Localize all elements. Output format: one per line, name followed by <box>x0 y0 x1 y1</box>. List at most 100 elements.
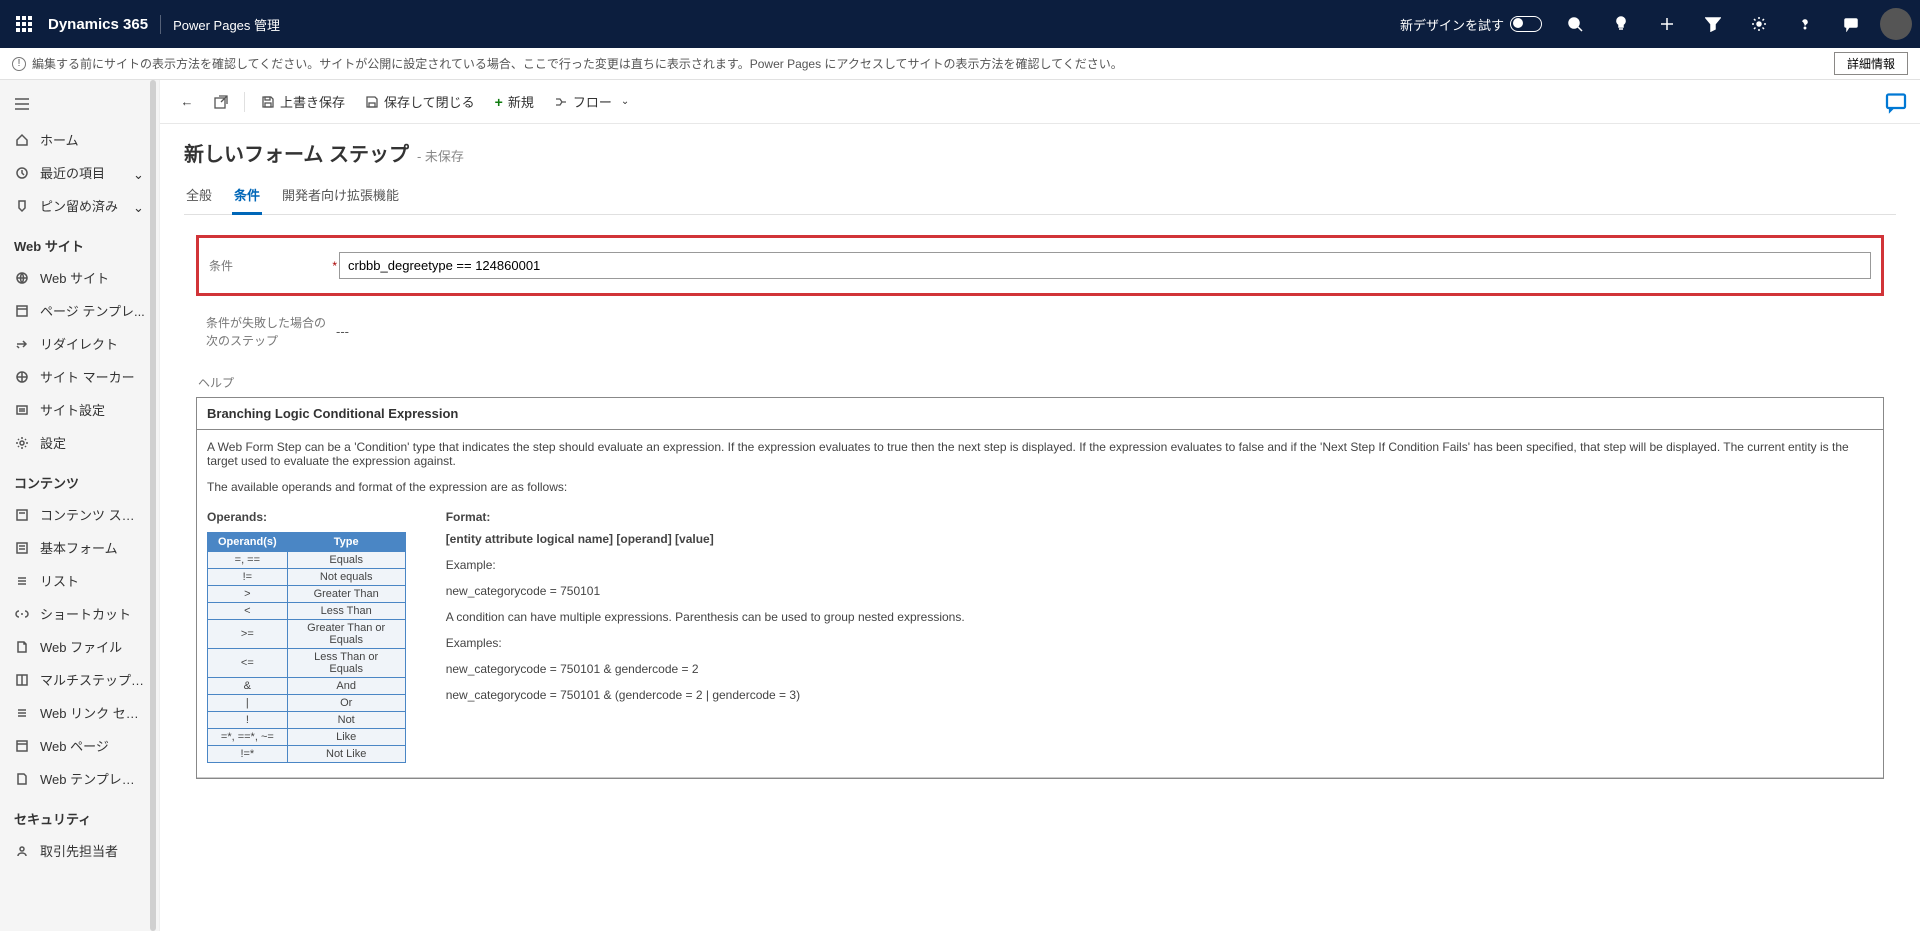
open-record-button[interactable] <box>206 89 236 115</box>
table-row: |Or <box>208 695 406 712</box>
save-status: - 未保存 <box>417 146 464 165</box>
form-content: 新しいフォーム ステップ - 未保存 全般 条件 開発者向け拡張機能 条件* <box>160 124 1920 931</box>
sidebar-item-contact[interactable]: 取引先担当者 <box>0 834 159 867</box>
sidebar-item-redirect[interactable]: リダイレクト <box>0 327 159 360</box>
chevron-down-icon: ⌄ <box>621 96 629 107</box>
sidebar-item-web-link-set[interactable]: Web リンク セット <box>0 696 159 729</box>
lightbulb-icon[interactable] <box>1600 0 1642 48</box>
sub-brand-label: Power Pages 管理 <box>160 15 280 34</box>
help-paragraph-1: A Web Form Step can be a 'Condition' typ… <box>207 440 1873 468</box>
sidebar-item-web-template[interactable]: Web テンプレート <box>0 762 159 795</box>
info-icon: ! <box>12 57 26 71</box>
detail-button[interactable]: 詳細情報 <box>1834 52 1908 75</box>
help-paragraph-2: The available operands and format of the… <box>207 480 1873 494</box>
sidebar-item-page-template[interactable]: ページ テンプレ... <box>0 294 159 327</box>
help-box: Branching Logic Conditional Expression A… <box>196 397 1884 779</box>
sidebar-item-multistep[interactable]: マルチステップ ... <box>0 663 159 696</box>
filter-icon[interactable] <box>1692 0 1734 48</box>
redirect-icon <box>14 336 30 352</box>
web-link-set-icon <box>14 705 30 721</box>
sidebar-item-pinned[interactable]: ピン留め済み⌄ <box>0 189 159 222</box>
table-row: !=Not equals <box>208 569 406 586</box>
sidebar-item-label: リダイレクト <box>40 334 145 353</box>
content-snippet-icon <box>14 507 30 523</box>
example-label: Example: <box>446 558 1873 572</box>
toggle-icon[interactable] <box>1510 16 1542 32</box>
brand-label: Dynamics 365 <box>48 16 148 33</box>
tab-condition[interactable]: 条件 <box>232 177 262 215</box>
sidebar-item-label: Web ファイル <box>40 637 145 656</box>
example-3: new_categorycode = 750101 & (gendercode … <box>446 688 1873 702</box>
table-row: !Not <box>208 712 406 729</box>
example-2: new_categorycode = 750101 & gendercode =… <box>446 662 1873 676</box>
sidebar-item-label: 設定 <box>40 433 145 452</box>
sidebar-item-recent[interactable]: 最近の項目⌄ <box>0 156 159 189</box>
assist-icon[interactable] <box>1884 90 1908 114</box>
sidebar-item-web-page[interactable]: Web ページ <box>0 729 159 762</box>
sidebar-item-label: サイト マーカー <box>40 367 145 386</box>
sidebar-item-label: Web テンプレート <box>40 769 145 788</box>
web-file-icon <box>14 639 30 655</box>
chat-icon[interactable] <box>1830 0 1872 48</box>
sidebar-item-list[interactable]: リスト <box>0 564 159 597</box>
multistep-icon <box>14 672 30 688</box>
sidebar-item-site-settings[interactable]: サイト設定 <box>0 393 159 426</box>
table-row: >Greater Than <box>208 586 406 603</box>
shortcut-icon <box>14 606 30 622</box>
help-icon[interactable] <box>1784 0 1826 48</box>
save-button[interactable]: 上書き保存 <box>253 86 353 117</box>
table-row: =*, ==*, ~=Like <box>208 729 406 746</box>
sidebar-item-settings[interactable]: 設定 <box>0 426 159 459</box>
site-settings-icon <box>14 402 30 418</box>
multi-expr-note: A condition can have multiple expression… <box>446 610 1873 624</box>
table-row: =, ==Equals <box>208 552 406 569</box>
sidebar-item-websites[interactable]: Web サイト <box>0 261 159 294</box>
plus-icon: + <box>495 94 503 110</box>
gear-icon[interactable] <box>1738 0 1780 48</box>
sidebar-item-web-file[interactable]: Web ファイル <box>0 630 159 663</box>
format-title: Format: <box>446 510 1873 524</box>
back-button[interactable]: ← <box>172 89 202 115</box>
sidebar-item-label: 最近の項目 <box>40 163 133 182</box>
sidebar-item-label: リスト <box>40 571 145 590</box>
sidebar-item-basic-form[interactable]: 基本フォーム <box>0 531 159 564</box>
help-section-label: ヘルプ <box>198 374 1884 391</box>
sidebar-item-label: ピン留め済み <box>40 196 133 215</box>
sidebar-item-label: コンテンツ スニ... <box>40 505 145 524</box>
save-close-button[interactable]: 保存して閉じる <box>357 86 483 117</box>
sidebar-item-label: Web リンク セット <box>40 703 145 722</box>
operands-title: Operands: <box>207 510 406 524</box>
web-page-icon <box>14 738 30 754</box>
try-new-design-toggle[interactable]: 新デザインを試す <box>1400 15 1542 34</box>
search-icon[interactable] <box>1554 0 1596 48</box>
chevron-down-icon: ⌄ <box>133 167 145 179</box>
flow-button[interactable]: フロー ⌄ <box>546 86 637 117</box>
sidebar-item-content-snippet[interactable]: コンテンツ スニ... <box>0 498 159 531</box>
condition-input[interactable] <box>339 252 1871 279</box>
list-icon <box>14 573 30 589</box>
sidebar-item-site-marker[interactable]: サイト マーカー <box>0 360 159 393</box>
sidebar-item-label: サイト設定 <box>40 400 145 419</box>
table-row: !=*Not Like <box>208 746 406 763</box>
table-row: >=Greater Than or Equals <box>208 620 406 649</box>
app-launcher-icon[interactable] <box>8 8 40 40</box>
home-icon <box>14 132 30 148</box>
plus-icon[interactable] <box>1646 0 1688 48</box>
page-template-icon <box>14 303 30 319</box>
hamburger-icon[interactable] <box>0 88 159 123</box>
sidebar-item-shortcut[interactable]: ショートカット <box>0 597 159 630</box>
tab-general[interactable]: 全般 <box>184 177 214 214</box>
sidebar-item-label: ショートカット <box>40 604 145 623</box>
sidebar-item-home[interactable]: ホーム <box>0 123 159 156</box>
sidebar-item-label: Web サイト <box>40 268 145 287</box>
pinned-icon <box>14 198 30 214</box>
sidebar-item-label: ホーム <box>40 130 145 149</box>
new-button[interactable]: + 新規 <box>487 86 542 117</box>
tab-dev[interactable]: 開発者向け拡張機能 <box>280 177 401 214</box>
sidebar-section-content: コンテンツ <box>0 459 159 498</box>
chevron-down-icon: ⌄ <box>133 200 145 212</box>
websites-icon <box>14 270 30 286</box>
user-avatar[interactable] <box>1880 8 1912 40</box>
site-marker-icon <box>14 369 30 385</box>
sidebar-item-label: ページ テンプレ... <box>40 301 145 320</box>
